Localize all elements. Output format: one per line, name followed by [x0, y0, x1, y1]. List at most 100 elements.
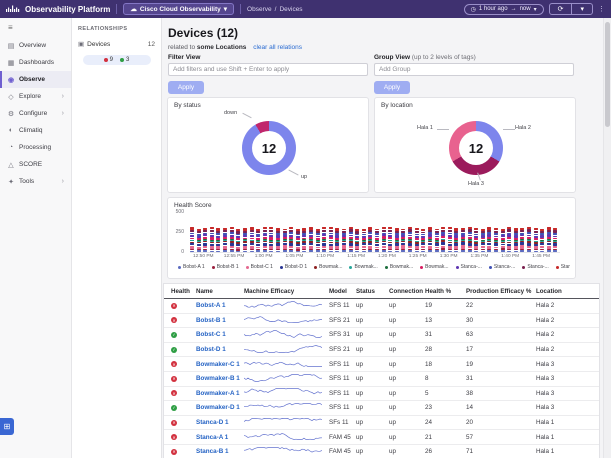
health-bar[interactable] [540, 228, 544, 252]
health-bar[interactable] [269, 227, 273, 252]
group-input[interactable] [374, 63, 574, 76]
table-row[interactable]: ✕Bowmaker-B 1SFS 11upup831Hala 3 [164, 372, 599, 387]
breadcrumb-observe[interactable]: Observe [247, 6, 272, 13]
filter-input[interactable] [168, 63, 368, 76]
group-apply-button[interactable]: Apply [374, 81, 410, 94]
col-health[interactable]: Health [171, 288, 196, 295]
device-name-link[interactable]: Stanca-B 1 [196, 448, 229, 455]
health-bar[interactable] [263, 227, 267, 252]
health-bar[interactable] [481, 228, 485, 252]
col-model[interactable]: Model [329, 288, 356, 295]
health-bar[interactable] [302, 228, 306, 252]
health-bar[interactable] [435, 228, 439, 252]
legend-item[interactable]: Bobst-B 1 [212, 264, 239, 270]
health-bar[interactable] [514, 228, 518, 252]
sidebar-item-climatiq[interactable]: ◐Climatiq [0, 122, 71, 139]
table-row[interactable]: ✓Bowmaker-D 1SFS 11upup2314Hala 3 [164, 401, 599, 416]
health-bar[interactable] [534, 228, 538, 252]
table-row[interactable]: ✕Bowmaker-A 1SFS 11upup538Hala 3 [164, 387, 599, 402]
health-bar[interactable] [527, 227, 531, 252]
health-bar[interactable] [421, 228, 425, 252]
sidebar-item-dashboards[interactable]: ▦Dashboards [0, 54, 71, 71]
table-row[interactable]: ✕Bowmaker-C 1SFS 11upup1819Hala 3 [164, 357, 599, 372]
scrollbar-thumb[interactable] [605, 22, 610, 127]
device-name-link[interactable]: Bowmaker-D 1 [196, 404, 240, 411]
legend-item[interactable]: Stanca-... [456, 264, 482, 270]
device-name-link[interactable]: Bobst-C 1 [196, 331, 226, 338]
legend-item[interactable]: Bowmak... [385, 264, 413, 270]
health-bar[interactable] [256, 229, 260, 252]
sidebar-item-observe[interactable]: ◉Observe [0, 71, 71, 88]
legend-item[interactable]: Bowmak... [420, 264, 448, 270]
health-bar[interactable] [197, 229, 201, 252]
health-bar[interactable] [216, 228, 220, 252]
device-name-link[interactable]: Bobst-A 1 [196, 302, 226, 309]
health-bar[interactable] [335, 228, 339, 252]
col-prod-efficacy[interactable]: Production Efficacy % [466, 288, 536, 295]
health-bar[interactable] [210, 227, 214, 252]
legend-item[interactable]: Bobst-C 1 [246, 264, 273, 270]
health-bar[interactable] [355, 228, 359, 252]
legend-item[interactable]: Bobst-A 1 [178, 264, 205, 270]
health-bar[interactable] [547, 227, 551, 253]
health-bar[interactable] [468, 227, 472, 252]
health-bar[interactable] [408, 227, 412, 252]
health-bar[interactable] [520, 228, 524, 252]
health-bar[interactable] [296, 228, 300, 252]
sidebar-item-configure[interactable]: ⚙Configure› [0, 105, 71, 122]
health-bar[interactable] [441, 227, 445, 252]
health-bar[interactable] [368, 227, 372, 252]
sidebar-item-overview[interactable]: ▤Overview [0, 37, 71, 54]
health-bar[interactable] [553, 228, 557, 252]
device-name-link[interactable]: Bobst-D 1 [196, 346, 226, 353]
sidebar-item-score[interactable]: △SCORE [0, 156, 71, 173]
app-switcher-button[interactable]: ☁ Cisco Cloud Observability ▾ [123, 3, 234, 15]
device-name-link[interactable]: Bowmaker-B 1 [196, 375, 240, 382]
filter-apply-button[interactable]: Apply [168, 81, 204, 94]
health-bar[interactable] [250, 227, 254, 252]
health-bar[interactable] [461, 228, 465, 252]
col-name[interactable]: Name [196, 288, 244, 295]
refresh-button[interactable]: ⟳ [550, 4, 572, 14]
clear-relations-link[interactable]: clear all relations [253, 44, 302, 51]
health-bar[interactable] [395, 228, 399, 252]
col-location[interactable]: Location [536, 288, 596, 295]
table-row[interactable]: ✓Bobst-C 1SFS 31upup3163Hala 2 [164, 328, 599, 343]
health-bar[interactable] [382, 227, 386, 252]
health-bar[interactable] [316, 228, 320, 252]
health-bar[interactable] [454, 228, 458, 252]
health-bar[interactable] [243, 228, 247, 252]
table-row[interactable]: ✕Bobst-B 1SFS 21upup1330Hala 2 [164, 314, 599, 329]
health-bar[interactable] [362, 229, 366, 252]
by-location-donut[interactable]: 12 [449, 121, 503, 175]
legend-item[interactable]: Stanca-... [522, 264, 548, 270]
device-name-link[interactable]: Bowmaker-A 1 [196, 390, 240, 397]
col-health-pct[interactable]: Health % [425, 288, 466, 295]
table-row[interactable]: ✕Stanca-B 1FAM 45upup2671Hala 1 [164, 445, 599, 458]
health-bar[interactable] [342, 228, 346, 252]
feedback-widget-button[interactable]: ⊞ [0, 418, 14, 435]
table-row[interactable]: ✓Bobst-D 1SFS 21upup2817Hala 2 [164, 343, 599, 358]
health-bar[interactable] [203, 227, 207, 252]
health-bar[interactable] [487, 227, 491, 253]
health-bar[interactable] [276, 228, 280, 252]
health-bar[interactable] [283, 228, 287, 252]
health-bar[interactable] [448, 226, 452, 252]
health-summary-pill[interactable]: 9 3 [83, 55, 151, 65]
health-bar[interactable] [401, 228, 405, 252]
legend-item[interactable]: Stanca-... [489, 264, 515, 270]
table-row[interactable]: ✕Bobst-A 1SFS 11upup1922Hala 2 [164, 299, 599, 314]
health-bar[interactable] [236, 228, 240, 252]
col-connection[interactable]: Connection [389, 288, 425, 295]
kebab-menu-icon[interactable]: ⋮ [598, 5, 605, 13]
refresh-options-button[interactable]: ▾ [571, 4, 592, 14]
health-bar[interactable] [428, 227, 432, 253]
health-bar[interactable] [375, 228, 379, 252]
health-bar[interactable] [223, 228, 227, 252]
health-bar[interactable] [329, 227, 333, 252]
legend-item[interactable]: Bowmak... [314, 264, 342, 270]
by-status-donut[interactable]: 12 [242, 121, 296, 175]
health-bar[interactable] [349, 227, 353, 252]
col-machine-efficacy[interactable]: Machine Efficacy [244, 288, 329, 295]
table-row[interactable]: ✕Stanca-A 1FAM 45upup2157Hala 1 [164, 430, 599, 445]
